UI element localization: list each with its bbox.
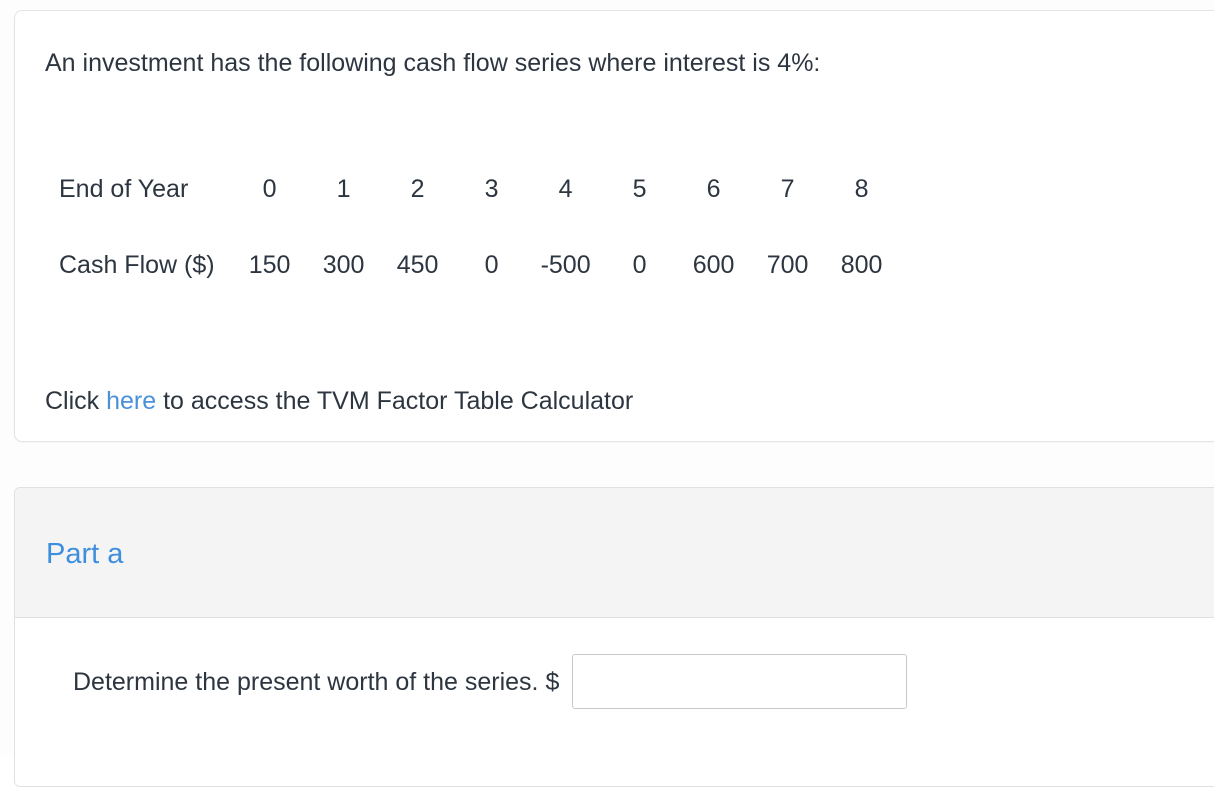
cash-flow-cell-8: 800 [840, 250, 883, 279]
cash-flow-cell-5: 0 [632, 250, 647, 279]
year-cell-5: 5 [632, 174, 647, 203]
year-cell-2: 2 [410, 174, 425, 203]
year-cell-4: 4 [558, 174, 573, 203]
cash-flow-cell-7: 700 [766, 250, 809, 279]
question-label: Determine the present worth of the serie… [73, 667, 560, 696]
table-row-cash-flow: Cash Flow ($) 150 300 450 0 -500 0 600 7… [59, 227, 899, 303]
year-cell-3: 3 [484, 174, 499, 203]
table-row-end-of-year: End of Year 0 1 2 3 4 5 6 7 8 [59, 151, 899, 227]
part-a-body: Determine the present worth of the serie… [15, 619, 1214, 786]
part-a-panel: Part a Determine the present worth of th… [14, 487, 1214, 787]
tvm-line-prefix: Click [45, 387, 107, 415]
part-a-title: Part a [46, 538, 124, 570]
page-root: An investment has the following cash flo… [0, 0, 1214, 787]
year-cell-6: 6 [706, 174, 721, 203]
cash-flow-cell-6: 600 [692, 250, 735, 279]
part-a-header: Part a [15, 488, 1214, 618]
year-cell-8: 8 [854, 174, 869, 203]
question-row: Determine the present worth of the serie… [73, 654, 908, 709]
cash-flow-cell-4: -500 [540, 250, 591, 279]
problem-statement-card: An investment has the following cash flo… [14, 10, 1214, 442]
tvm-calculator-line: Click here to access the TVM Factor Tabl… [45, 385, 633, 417]
problem-prompt: An investment has the following cash flo… [45, 49, 821, 77]
year-cell-1: 1 [336, 174, 351, 203]
row-label-cash-flow: Cash Flow ($) [59, 250, 215, 279]
cash-flow-cell-0: 150 [248, 250, 291, 279]
tvm-calculator-link[interactable]: here [106, 387, 156, 415]
year-cell-7: 7 [780, 174, 795, 203]
year-cell-0: 0 [262, 174, 277, 203]
cash-flow-cell-1: 300 [322, 250, 365, 279]
cash-flow-table: End of Year 0 1 2 3 4 5 6 7 8 Cash Flow … [59, 151, 899, 303]
row-label-end-of-year: End of Year [59, 174, 189, 203]
present-worth-input[interactable] [572, 654, 908, 709]
cash-flow-cell-2: 450 [396, 250, 439, 279]
tvm-line-suffix: to access the TVM Factor Table Calculato… [156, 387, 634, 415]
cash-flow-cell-3: 0 [484, 250, 499, 279]
